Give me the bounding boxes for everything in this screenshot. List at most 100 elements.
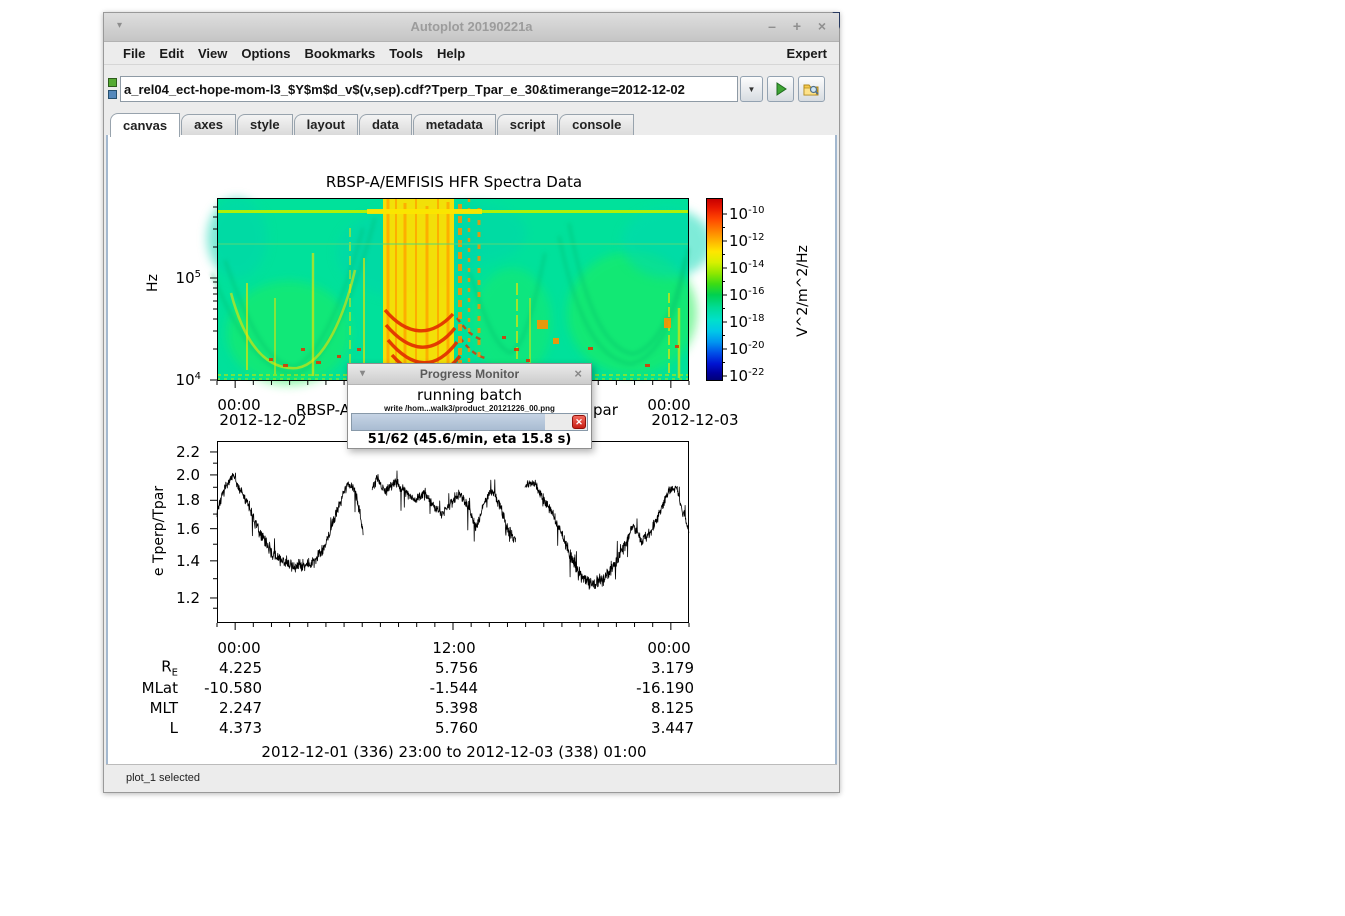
tab-script[interactable]: script <box>497 114 558 135</box>
tab-style[interactable]: style <box>237 114 293 135</box>
annot-value-mlt-2: 8.125 <box>651 699 694 717</box>
cb-tick-10e-22: 10-22 <box>729 367 764 385</box>
tab-bar: canvasaxesstylelayoutdatametadatascriptc… <box>104 111 839 135</box>
menu-bar: FileEditViewOptionsBookmarksToolsHelp Ex… <box>104 42 839 65</box>
annot-value-mlat-1: -1.544 <box>430 679 478 697</box>
annot-label-r: RE <box>161 658 178 679</box>
lineplot-title-fragment-right: par <box>593 401 618 419</box>
menu-help[interactable]: Help <box>430 46 472 61</box>
cancel-button[interactable]: ✕ <box>572 415 586 429</box>
cb-tick-10e-16: 10-16 <box>729 286 764 304</box>
annot-value-r-1: 5.756 <box>435 659 478 677</box>
timerange-footer: 2012-12-01 (336) 23:00 to 2012-12-03 (33… <box>261 743 646 761</box>
annot-label-l: L <box>170 719 178 737</box>
annot-label-mlt: MLT <box>150 699 178 717</box>
menu-file[interactable]: File <box>116 46 152 61</box>
lineplot-title-fragment-left: RBSP-A <box>296 401 350 419</box>
dialog-collapse-icon[interactable]: ▾ <box>360 364 365 384</box>
line-ytick-2.2: 2.2 <box>176 443 200 461</box>
lineplot-image <box>217 441 689 623</box>
close-button[interactable]: × <box>815 18 829 34</box>
spec-ytick-10e4: 104 <box>176 371 201 389</box>
cb-tick-10e-10: 10-10 <box>729 205 764 223</box>
tab-data[interactable]: data <box>359 114 412 135</box>
menu-bookmarks[interactable]: Bookmarks <box>297 46 382 61</box>
menu-view[interactable]: View <box>191 46 234 61</box>
annot-value-r-2: 3.179 <box>651 659 694 677</box>
cancel-x-icon: ✕ <box>575 417 583 427</box>
line-xtick-0: 00:00 <box>217 639 260 657</box>
progress-bar-row: ✕ <box>351 413 588 431</box>
minimize-button[interactable]: – <box>765 18 779 34</box>
lineplot-ylabel: e Tperp/Tpar <box>151 486 167 576</box>
spectrogram-title: RBSP-A/EMFISIS HFR Spectra Data <box>326 173 582 191</box>
annot-value-mlt-1: 5.398 <box>435 699 478 717</box>
cb-tick-10e-12: 10-12 <box>729 232 764 250</box>
progress-status-label: 51/62 (45.6/min, eta 15.8 s) <box>348 432 591 447</box>
expert-mode-label[interactable]: Expert <box>787 46 827 61</box>
colorbar[interactable] <box>706 198 723 381</box>
menu-edit[interactable]: Edit <box>152 46 191 61</box>
autoplot-window: ▾ Autoplot 20190221a – + × FileEditViewO… <box>103 12 840 793</box>
browse-button[interactable] <box>798 76 825 102</box>
progress-task-label: running batch <box>348 386 591 404</box>
spectrogram-plot[interactable] <box>217 198 689 381</box>
colorbar-axis-label: V^2/m^2/Hz <box>795 245 811 337</box>
menu-items: FileEditViewOptionsBookmarksToolsHelp <box>116 46 472 61</box>
annot-value-mlat-0: -10.580 <box>204 679 262 697</box>
window-title: Autoplot 20190221a <box>104 19 839 34</box>
line-xtick-1: 12:00 <box>432 639 475 657</box>
cb-tick-10e-18: 10-18 <box>729 313 764 331</box>
go-button[interactable] <box>767 76 794 102</box>
address-dropdown-button[interactable]: ▼ <box>740 76 763 102</box>
datasource-indicator <box>108 78 117 99</box>
line-ytick-1.2: 1.2 <box>176 589 200 607</box>
menu-options[interactable]: Options <box>234 46 297 61</box>
plot-canvas[interactable]: RBSP-A/EMFISIS HFR Spectra Data <box>108 135 835 765</box>
spectrogram-ylabel: Hz <box>145 274 161 292</box>
line-ytick-2.0: 2.0 <box>176 466 200 484</box>
annot-value-r-0: 4.225 <box>219 659 262 677</box>
play-icon <box>774 82 788 96</box>
tab-canvas[interactable]: canvas <box>110 113 180 137</box>
tab-metadata[interactable]: metadata <box>413 114 496 135</box>
cb-tick-10e-14: 10-14 <box>729 259 764 277</box>
tab-layout[interactable]: layout <box>294 114 358 135</box>
progress-monitor-dialog[interactable]: ▾ Progress Monitor × running batch write… <box>347 363 592 449</box>
annot-label-mlat: MLat <box>142 679 178 697</box>
lineplot[interactable] <box>217 441 689 623</box>
maximize-button[interactable]: + <box>790 18 804 34</box>
status-bar: plot_1 selected <box>106 764 837 790</box>
tab-console[interactable]: console <box>559 114 634 135</box>
progress-bar-fill <box>352 414 545 430</box>
window-controls: – + × <box>765 18 829 34</box>
line-ytick-1.8: 1.8 <box>176 491 200 509</box>
line-ytick-1.6: 1.6 <box>176 520 200 538</box>
menu-tools[interactable]: Tools <box>382 46 430 61</box>
lineplot-series <box>217 471 689 589</box>
progress-detail-label: write /hom...walk3/product_20121226_00.p… <box>348 404 591 413</box>
annot-value-l-2: 3.447 <box>651 719 694 737</box>
folder-search-icon <box>803 82 820 97</box>
title-bar[interactable]: ▾ Autoplot 20190221a – + × <box>104 13 839 42</box>
plot-canvas-panel: RBSP-A/EMFISIS HFR Spectra Data <box>106 133 837 767</box>
chevron-down-icon: ▼ <box>748 85 756 94</box>
line-xtick-2: 00:00 <box>647 639 690 657</box>
spec-xtick-right-date: 2012-12-03 <box>651 411 738 429</box>
tab-axes[interactable]: axes <box>181 114 236 135</box>
dialog-close-icon[interactable]: × <box>574 364 582 384</box>
spec-xtick-left-date: 2012-12-02 <box>219 411 306 429</box>
datasource-green-icon <box>108 78 117 87</box>
desktop: { "window": { "title": "Autoplot 2019022… <box>0 0 1345 916</box>
annot-value-mlat-2: -16.190 <box>636 679 694 697</box>
spectrogram-image <box>217 198 689 381</box>
line-ytick-1.4: 1.4 <box>176 552 200 570</box>
annot-value-mlt-0: 2.247 <box>219 699 262 717</box>
progress-dialog-title: Progress Monitor <box>420 367 519 381</box>
datasource-blue-icon <box>108 90 117 99</box>
progress-bar <box>351 413 588 431</box>
progress-dialog-titlebar[interactable]: ▾ Progress Monitor × <box>348 364 591 385</box>
status-text: plot_1 selected <box>126 772 200 784</box>
annot-value-l-1: 5.760 <box>435 719 478 737</box>
address-input[interactable] <box>120 76 738 102</box>
